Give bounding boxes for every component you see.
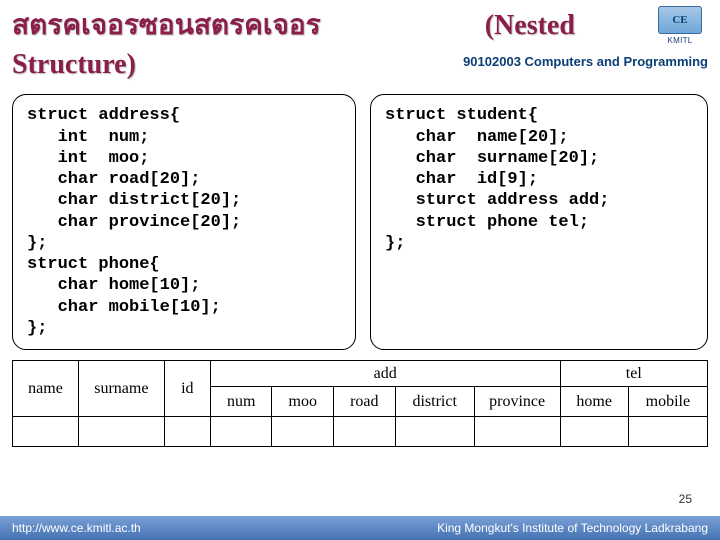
logo-badge: CE bbox=[658, 6, 702, 34]
code-left-box: struct address{ int num; int moo; char r… bbox=[12, 94, 356, 350]
table-row bbox=[13, 417, 708, 447]
footer-institution: King Mongkut's Institute of Technology L… bbox=[437, 521, 708, 535]
code-columns: struct address{ int num; int moo; char r… bbox=[0, 90, 720, 358]
col-name: name bbox=[13, 361, 79, 417]
logo-subtext: KMITL bbox=[652, 36, 708, 45]
slide-footer: http://www.ce.kmitl.ac.th King Mongkut's… bbox=[0, 516, 720, 540]
col-moo: moo bbox=[272, 387, 334, 417]
col-home: home bbox=[560, 387, 628, 417]
col-road: road bbox=[334, 387, 396, 417]
col-num: num bbox=[210, 387, 272, 417]
code-right-box: struct student{ char name[20]; char surn… bbox=[370, 94, 708, 350]
institution-logo: CE KMITL bbox=[652, 6, 708, 54]
group-add: add bbox=[210, 361, 560, 387]
group-tel: tel bbox=[560, 361, 707, 387]
slide-header: สตรคเจอรซอนสตรคเจอร (Nested Structure) C… bbox=[0, 0, 720, 90]
struct-table: name surname id add tel num moo road dis… bbox=[0, 358, 720, 447]
title-part-nested: (Nested bbox=[485, 10, 575, 41]
col-province: province bbox=[474, 387, 560, 417]
page-number: 25 bbox=[679, 492, 692, 506]
table-group-row: name surname id add tel bbox=[13, 361, 708, 387]
footer-url: http://www.ce.kmitl.ac.th bbox=[12, 521, 141, 535]
col-id: id bbox=[164, 361, 210, 417]
title-part-structure: Structure) bbox=[12, 49, 136, 80]
col-surname: surname bbox=[78, 361, 164, 417]
slide-title: สตรคเจอรซอนสตรคเจอร (Nested Structure) bbox=[12, 6, 708, 84]
col-mobile: mobile bbox=[628, 387, 707, 417]
title-part-thai: สตรคเจอรซอนสตรคเจอร bbox=[12, 10, 321, 41]
col-district: district bbox=[395, 387, 474, 417]
course-code: 90102003 Computers and Programming bbox=[463, 54, 708, 69]
